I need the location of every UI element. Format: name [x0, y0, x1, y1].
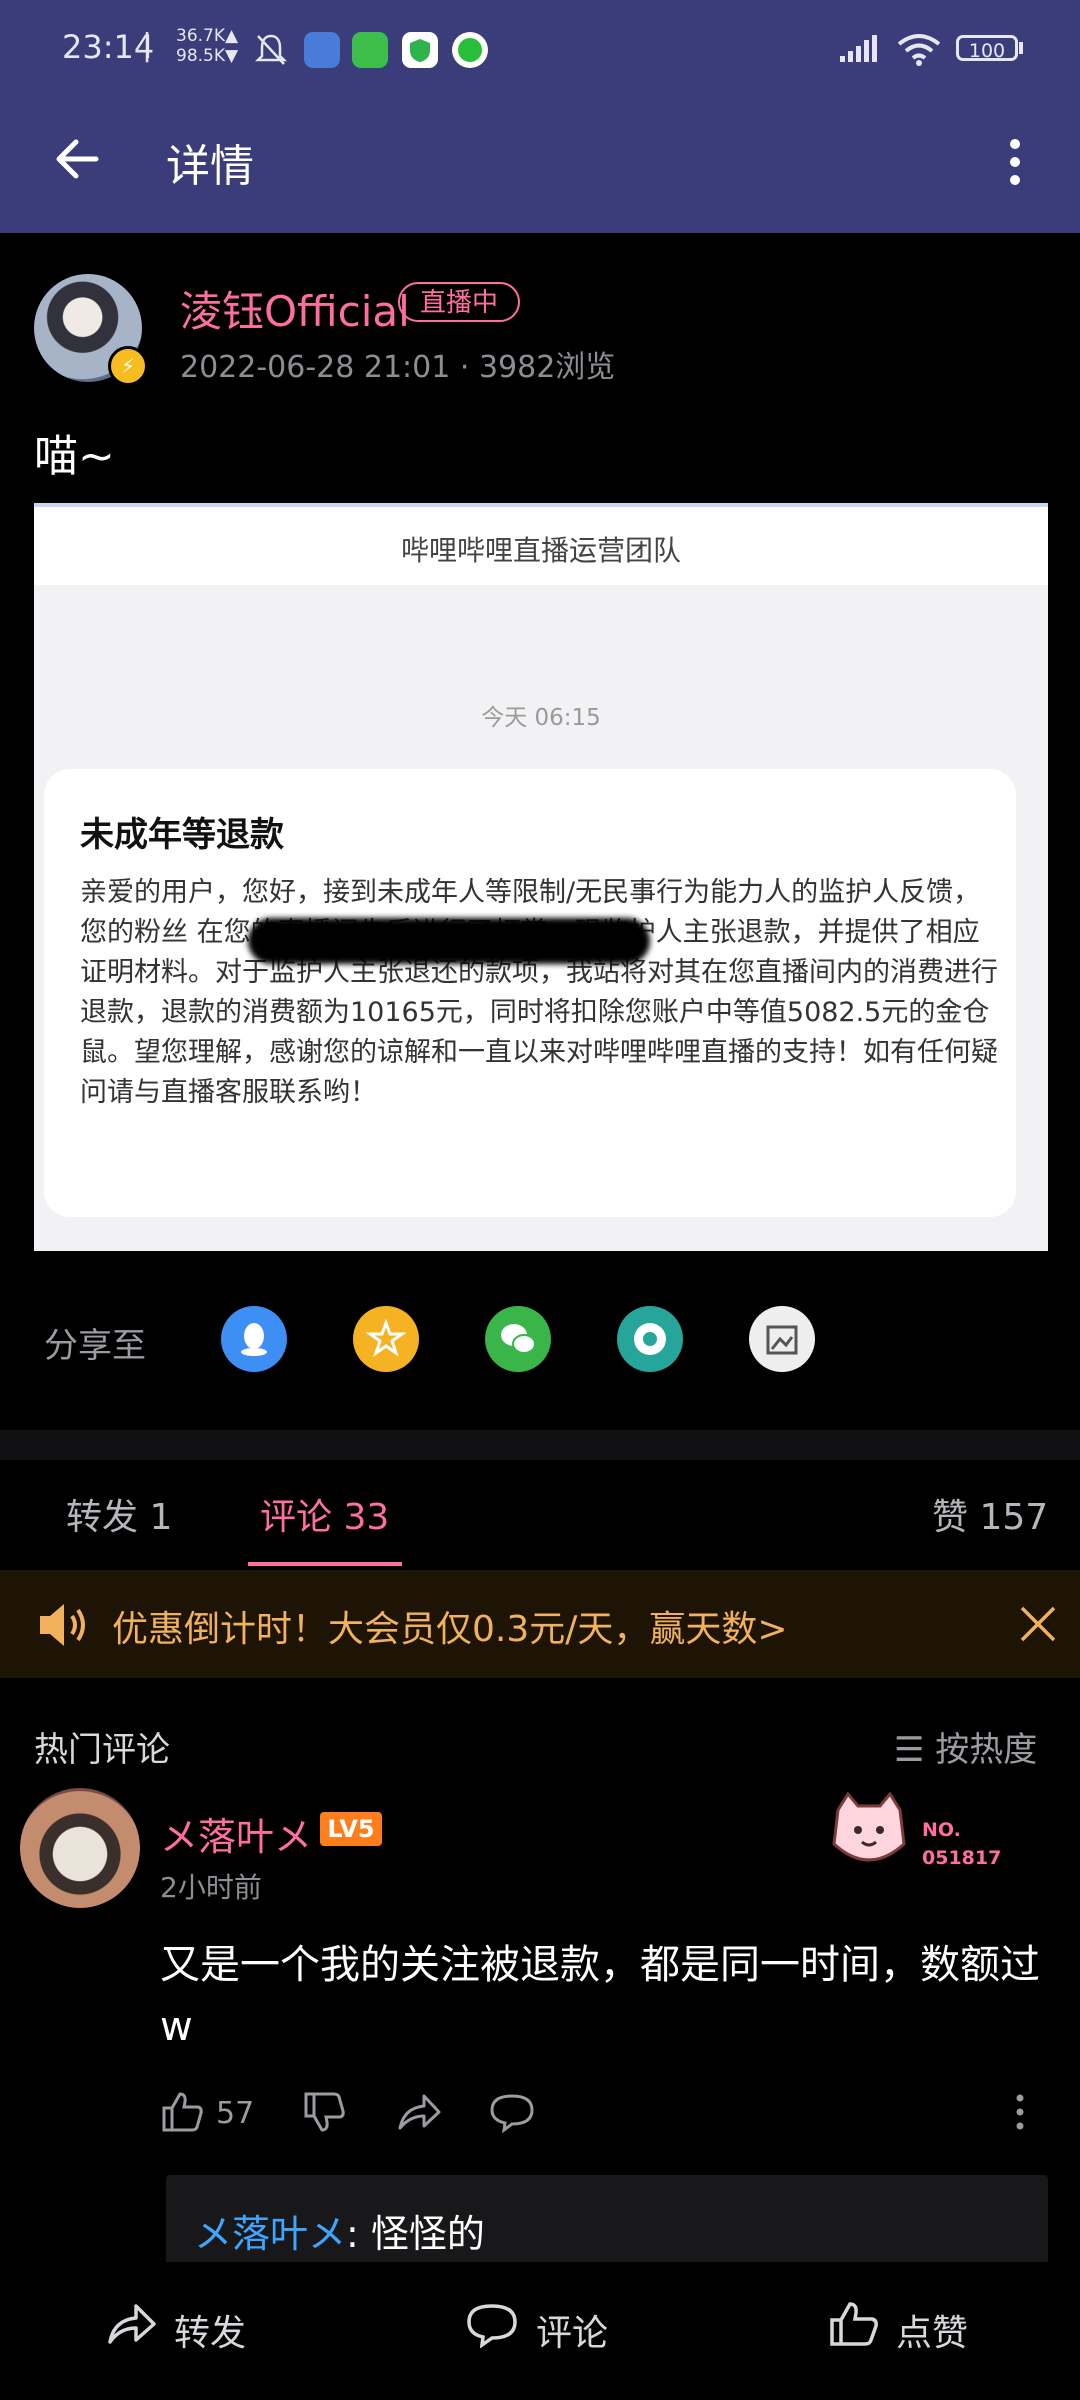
battery-tip	[1019, 42, 1023, 54]
page-title: 详情	[166, 141, 254, 192]
share-qq-button[interactable]	[221, 1306, 287, 1372]
share-wechat-button[interactable]	[485, 1306, 551, 1372]
like-count: 57	[216, 2096, 255, 2131]
bottom-like-button[interactable]: 点赞	[896, 2304, 968, 2356]
commenter-avatar[interactable]	[20, 1788, 140, 1908]
tab-comment[interactable]: 评论 33	[260, 1488, 389, 1540]
top-nav: 详情	[0, 100, 1080, 233]
back-arrow-icon[interactable]	[52, 134, 102, 184]
gallery-icon	[766, 1325, 798, 1355]
commenter-name[interactable]: メ落叶メ	[160, 1806, 312, 1861]
reply-user[interactable]: メ落叶メ	[194, 2212, 346, 2256]
verified-lightning-icon: ⚡	[108, 346, 148, 386]
tab-active-indicator	[248, 1562, 402, 1566]
image-timestamp: 今天 06:15	[481, 705, 601, 731]
post-image[interactable]: 哔哩哔哩直播运营团队 今天 06:15 未成年等退款 亲爱的用户，您好，接到未成…	[34, 503, 1048, 1251]
status-separator: |	[142, 28, 153, 63]
share-arrow-icon[interactable]	[396, 2090, 442, 2134]
image-message-body: 亲爱的用户，您好，接到未成年人等限制/无民事行为能力人的监护人反馈，您的粉丝 在…	[80, 877, 998, 1108]
share-moments-button[interactable]	[617, 1306, 683, 1372]
author-name[interactable]: 淩钰Official	[180, 278, 410, 339]
app-notification-icon	[352, 32, 388, 68]
app-notification-icon	[452, 32, 488, 68]
battery-indicator: 100	[956, 35, 1018, 62]
share-gallery-button[interactable]	[749, 1306, 815, 1372]
tab-forward[interactable]: 转发 1	[66, 1488, 172, 1540]
sort-by-hot-button[interactable]: ☰ 按热度	[894, 1722, 1037, 1771]
speaker-icon	[40, 1604, 85, 1646]
thumbs-up-icon[interactable]	[160, 2090, 204, 2134]
comment-icon[interactable]	[466, 2302, 518, 2348]
bottom-comment-button[interactable]: 评论	[536, 2304, 608, 2356]
qq-icon	[241, 1323, 267, 1356]
reply-text: : 怪怪的	[346, 2212, 485, 2256]
wifi-icon	[897, 34, 941, 66]
mute-bell-icon	[254, 34, 288, 65]
qzone-icon	[366, 1319, 406, 1357]
redaction-mark	[248, 918, 650, 964]
status-bar: 23:14 | 36.7K▲ 98.5K▼ 100	[0, 0, 1080, 100]
live-badge[interactable]: 直播中	[398, 282, 520, 322]
forward-icon[interactable]	[106, 2300, 158, 2348]
post-text: 喵~	[34, 431, 115, 482]
shield-app-icon	[402, 32, 438, 68]
level-badge: LV5	[320, 1812, 382, 1846]
thumbs-down-icon[interactable]	[302, 2090, 346, 2134]
reply-preview[interactable]: メ落叶メ: 怪怪的	[166, 2175, 1048, 2265]
comment-more-icon[interactable]	[1010, 2090, 1030, 2134]
promo-text: 优惠倒计时！大会员仅0.3元/天，赢天数>	[112, 1609, 788, 1650]
fan-medal-icon	[832, 1791, 906, 1862]
status-time: 23:14	[62, 28, 155, 66]
image-message-card: 未成年等退款 亲爱的用户，您好，接到未成年人等限制/无民事行为能力人的监护人反馈…	[44, 769, 1016, 1217]
section-divider	[0, 1430, 1080, 1460]
share-label: 分享至	[44, 1326, 146, 1366]
image-header-bar: 哔哩哔哩直播运营团队	[34, 503, 1048, 585]
comment-time: 2小时前	[160, 1871, 262, 1904]
app-notification-icon	[304, 32, 340, 68]
image-message-title: 未成年等退款	[80, 815, 284, 855]
image-header-text: 哔哩哔哩直播运营团队	[400, 534, 681, 567]
fan-number: NO. 051817	[922, 1819, 1002, 1869]
wechat-icon	[501, 1324, 536, 1354]
reply-bubble-icon[interactable]	[490, 2092, 534, 2134]
share-qzone-button[interactable]	[353, 1306, 419, 1372]
like-icon[interactable]	[828, 2300, 880, 2348]
comment-text: 又是一个我的关注被退款，都是同一时间，数额过w	[160, 1942, 1040, 2050]
hot-comments-title: 热门评论	[34, 1730, 170, 1770]
promo-banner[interactable]: 优惠倒计时！大会员仅0.3元/天，赢天数>	[0, 1570, 1080, 1678]
signal-icon	[840, 35, 877, 62]
bottom-forward-button[interactable]: 转发	[174, 2304, 246, 2356]
more-options-icon[interactable]	[1000, 134, 1030, 190]
tab-like[interactable]: 赞 157	[932, 1488, 1048, 1540]
close-icon[interactable]	[1018, 1604, 1058, 1644]
post-meta: 2022-06-28 21:01 · 3982浏览	[180, 350, 616, 385]
network-speed: 36.7K▲ 98.5K▼	[176, 26, 239, 66]
moments-icon	[634, 1323, 666, 1355]
